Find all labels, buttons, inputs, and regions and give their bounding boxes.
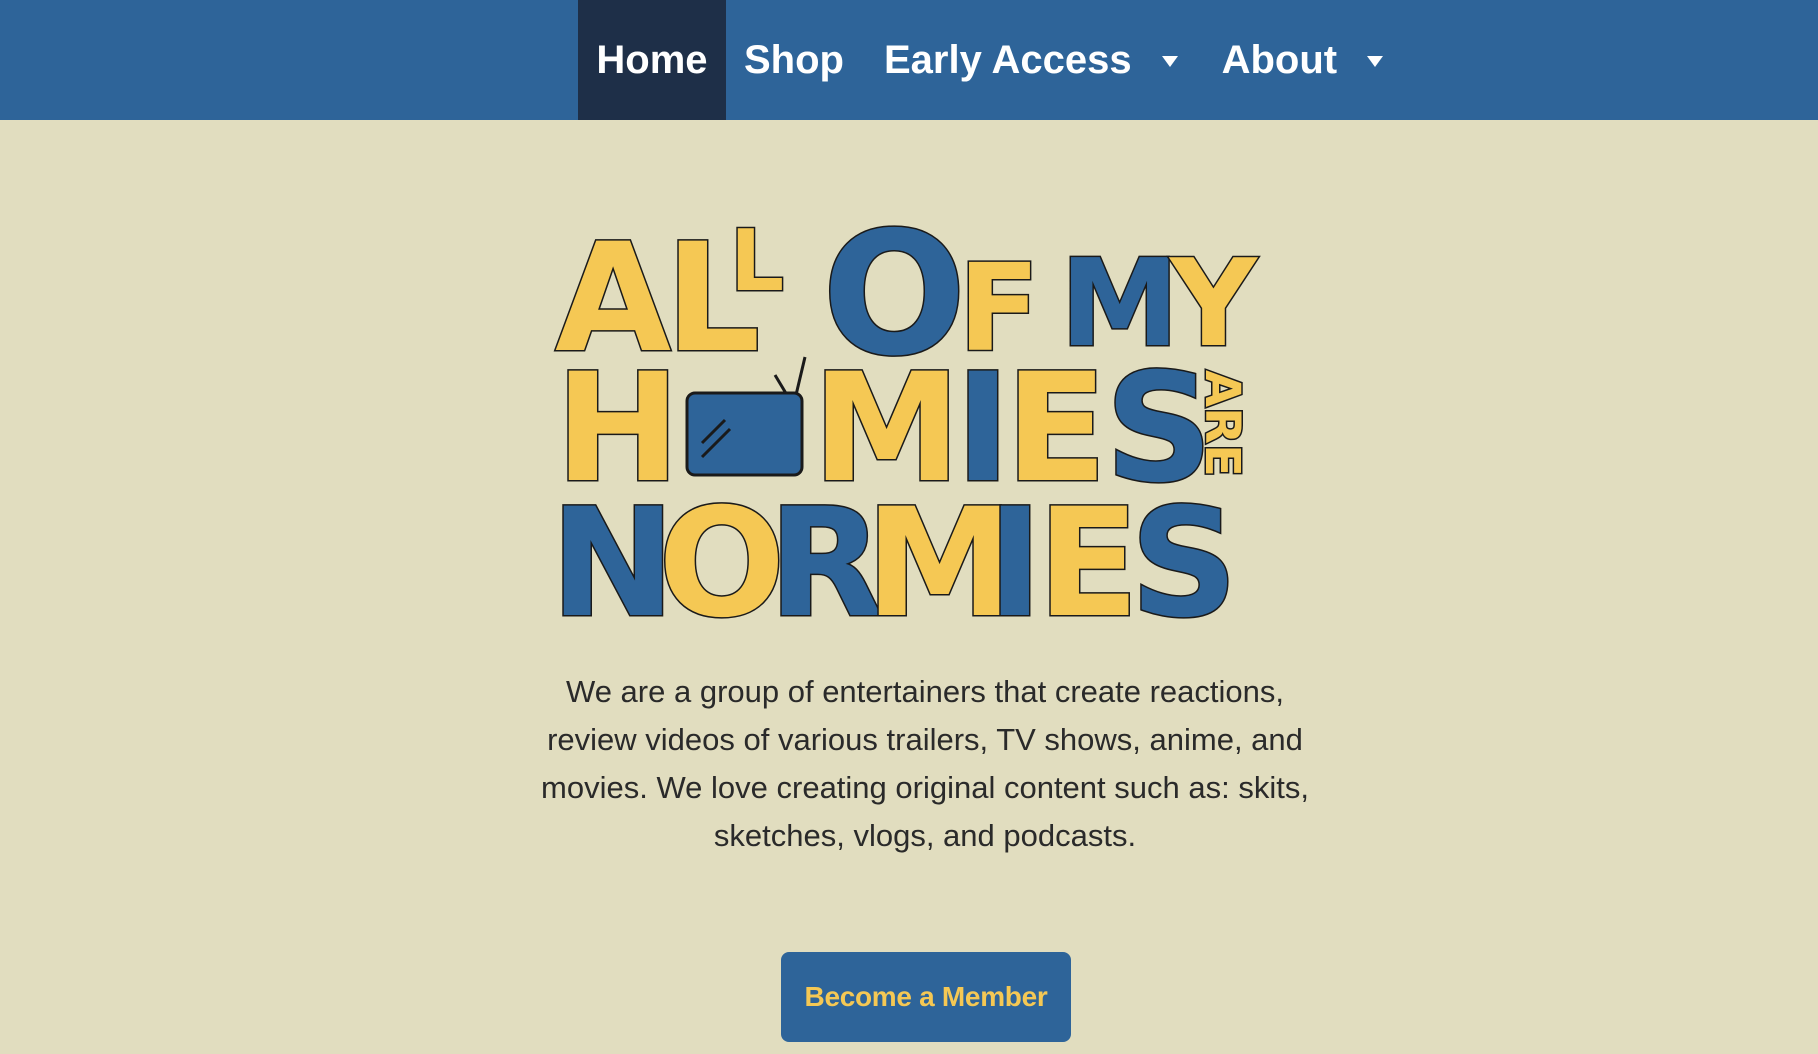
svg-text:I: I <box>987 477 1043 635</box>
nav-home-label: Home <box>596 37 708 82</box>
top-navbar: Home Shop Early Access About <box>0 0 1818 120</box>
svg-text:S: S <box>1130 477 1238 635</box>
nav-shop-label: Shop <box>744 37 844 82</box>
logo-line-3: N O R M I E S <box>550 476 1240 636</box>
nav-early-access[interactable]: Early Access <box>864 0 1206 120</box>
caret-down-icon[interactable] <box>1161 56 1178 67</box>
nav-home[interactable]: Home <box>578 0 726 120</box>
caret-down-icon[interactable] <box>1367 56 1384 67</box>
svg-text:E: E <box>1037 477 1139 635</box>
nav-menu: Home Shop Early Access About <box>578 0 1384 120</box>
svg-text:L: L <box>730 215 784 311</box>
site-logo: A L L O F M Y H M I E S ARE N O R M I E … <box>550 215 1261 636</box>
become-member-button[interactable]: Become a Member <box>781 952 1071 1042</box>
nav-shop[interactable]: Shop <box>726 0 864 120</box>
nav-about-label: About <box>1221 37 1338 82</box>
svg-text:O: O <box>658 477 786 635</box>
svg-text:ARE: ARE <box>1194 370 1250 477</box>
intro-paragraph: We are a group of entertainers that crea… <box>541 674 1309 853</box>
nav-early-access-label: Early Access <box>883 37 1132 82</box>
svg-text:N: N <box>550 477 676 635</box>
nav-about[interactable]: About <box>1206 0 1384 120</box>
